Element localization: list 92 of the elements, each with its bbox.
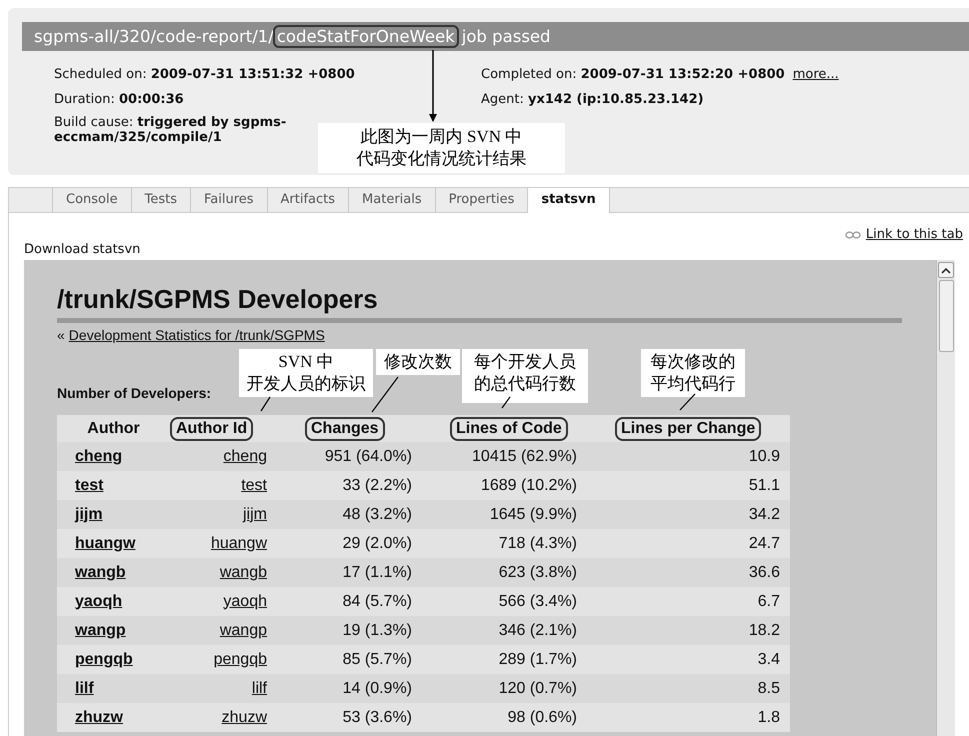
author-link[interactable]: pengqb [75,650,133,668]
table-cell: 33 (2.2%) [342,476,412,494]
author-id-link[interactable]: cheng [223,448,267,464]
table-cell: 718 (4.3%) [498,534,577,552]
back-link[interactable]: Development Statistics for /trunk/SGPMS [68,327,325,343]
table-cell: 1689 (10.2%) [480,476,577,494]
table-cell: 1.8 [758,708,780,726]
author-link[interactable]: lilf [75,680,94,696]
tab[interactable]: Materials [348,188,435,212]
author-link[interactable]: jijm [75,506,103,522]
author-id-link[interactable]: lilf [252,680,267,696]
callout-text: 的总代码行数 [474,373,576,395]
table-cell: 14 (0.9%) [342,680,412,696]
detail-text: Build cause: triggered by sgpms-eccmam/325/compile/1 [54,115,286,145]
table-cell: 623 (3.8%) [498,564,577,580]
back-arrow: « [57,327,65,343]
table-cell: 53 (3.6%) [342,708,412,726]
table-cell: 566 (3.4%) [498,592,577,610]
table-cell: 289 (1.7%) [498,650,577,668]
scroll-thumb[interactable] [938,280,954,352]
table-cell: 24.7 [748,534,780,552]
author-id-link[interactable]: wangb [220,564,267,580]
table-cell: 6.7 [758,592,780,610]
table-cell: 8.5 [758,680,780,696]
callout-text: 代码变化情况统计结果 [356,148,526,170]
author-id-link[interactable]: jijm [243,506,267,522]
author-id-link[interactable]: test [241,476,267,494]
scrollbar[interactable] [936,260,955,736]
author-link[interactable]: huangw [75,534,136,552]
table-cell: 10.9 [748,448,780,464]
table-cell: 51.1 [748,476,780,494]
leader-line [680,394,696,410]
author-link[interactable]: test [75,476,104,494]
caret-up-icon [941,266,951,274]
callout-text: 修改次数 [384,351,452,373]
tab[interactable]: Console [52,188,131,212]
tab[interactable]: statsvn [527,188,610,213]
table-cell: 346 (2.1%) [498,622,577,638]
author-id-link[interactable]: pengqb [214,650,267,668]
job-name: codeStatForOneWeek [272,25,459,48]
author-id-link[interactable]: zhuzw [222,708,267,726]
link-icon [844,230,861,238]
callout-text: 此图为一周内 SVN 中 [360,126,522,148]
table-cell: 34.2 [748,506,780,522]
detail-text: Scheduled on: 2009-07-31 13:51:32 +0800 [54,67,355,82]
callout-text: 平均代码行 [650,373,736,395]
detail-text: Completed on: 2009-07-31 13:52:20 +0800 [481,67,785,82]
more-link[interactable]: more... [792,67,839,82]
table-cell: 3.4 [758,650,780,668]
link-to-tab[interactable]: Link to this tab [866,227,963,242]
job-status: job passed [462,27,551,46]
leader-line [260,396,270,412]
callout-text: 开发人员的标识 [246,373,366,395]
table-cell: 29 (2.0%) [342,534,412,552]
table-cell: 85 (5.7%) [342,650,412,668]
table-cell: 84 (5.7%) [342,592,412,610]
table-cell: 36.6 [748,564,780,580]
scroll-up-button[interactable] [938,262,954,278]
detail-text: Agent: yx142 (ip:10.85.23.142) [481,92,704,107]
table-cell: 18.2 [748,622,780,638]
author-link[interactable]: wangb [75,564,126,580]
table-cell: 17 (1.1%) [342,564,412,580]
job-path: sgpms-all/320/code-report/1/ [34,27,274,46]
author-link[interactable]: yaoqh [75,592,122,610]
leader-line [502,396,510,408]
developers-label: Number of Developers: [57,385,212,401]
author-id-link[interactable]: wangp [220,622,267,638]
callout-arrow [429,50,437,122]
column-header: Lines per Change [615,416,762,440]
report-title: /trunk/SGPMS Developers [57,284,902,323]
leader-line [372,376,398,412]
table-cell: 19 (1.3%) [342,622,412,638]
callout-text: SVN 中 [278,351,334,373]
table-cell: 120 (0.7%) [498,680,577,696]
callout-text: 每次修改的 [650,351,736,373]
table-cell: 1645 (9.9%) [490,506,577,522]
column-header: Author [86,418,141,438]
tab[interactable]: Artifacts [266,188,348,212]
author-link[interactable]: zhuzw [75,708,123,726]
detail-text: Duration: 00:00:36 [54,92,184,107]
download-label: Download statsvn [24,242,142,258]
author-link[interactable]: wangp [75,622,126,638]
table-cell: 48 (3.2%) [342,506,412,522]
callout-text: 每个开发人员 [474,351,576,373]
tab[interactable]: Failures [190,188,267,212]
tab[interactable]: Tests [130,188,190,212]
author-id-link[interactable]: huangw [210,534,267,552]
table-cell: 951 (64.0%) [324,448,412,464]
author-link[interactable]: cheng [75,448,122,464]
author-id-link[interactable]: yaoqh [223,592,267,610]
table-cell: 10415 (62.9%) [472,448,577,464]
table-cell: 98 (0.6%) [508,708,577,726]
